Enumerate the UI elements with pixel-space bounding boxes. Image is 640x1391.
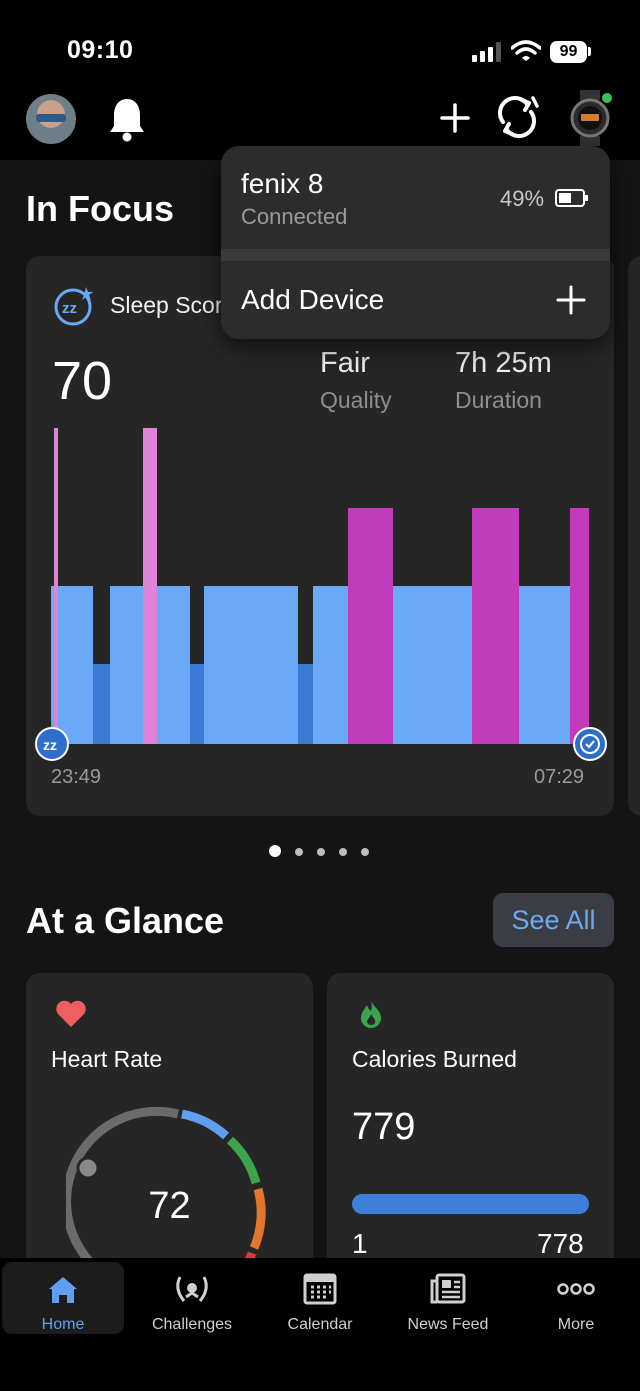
sleep-score-card[interactable]: zz Sleep Score 70 Fair Quality 7h 25m Du… [26,256,614,816]
stage-rem [472,508,519,744]
device-battery: 49% [500,186,545,211]
flame-icon [361,1000,381,1028]
plus-icon [556,285,586,315]
tab-news-feed[interactable]: News Feed [384,1258,512,1338]
sleep-start-time: 23:49 [51,766,102,788]
quality-value: Fair [320,347,370,379]
sleep-end-time: 07:29 [534,766,585,788]
device-name[interactable]: fenix 8 [241,168,324,200]
stage-light [313,586,348,744]
at-a-glance-title: At a Glance [26,900,225,941]
tab-challenges[interactable]: Challenges [128,1258,256,1338]
next-focus-card[interactable] [628,256,640,816]
sleep-stages-chart [51,428,589,744]
tab-more[interactable]: More [512,1258,640,1338]
stage-deep [93,664,110,744]
heart-rate-value: 72 [148,1185,191,1227]
bell-icon[interactable] [108,96,146,142]
calories-progress-bar [352,1194,589,1214]
battery-indicator: 99 [550,41,587,63]
stage-light [393,586,472,744]
home-icon [49,1277,77,1303]
sleep-start-icon: zz [35,727,69,761]
duration-label: Duration [455,387,542,413]
page-dot[interactable] [269,844,281,857]
calories-title: Calories Burned [352,1046,517,1072]
tab-label: Challenges [151,1316,233,1333]
page-dot[interactable] [317,848,325,856]
page-dot[interactable] [361,848,369,856]
stage-light [519,586,570,744]
tab-label: News Feed [407,1316,489,1333]
add-icon[interactable] [440,103,470,133]
stage-awake [143,428,157,744]
sleep-icon: zz [54,287,93,326]
battery-nub [588,47,591,56]
calories-card[interactable]: Calories Burned 779 1 778 [327,973,614,1303]
avatar[interactable] [26,94,76,144]
watch-icon[interactable] [568,90,616,146]
heart-rate-card[interactable]: Heart Rate 72 [26,973,313,1303]
heart-icon [56,1000,86,1027]
stage-awake [54,428,58,744]
stage-deep [190,664,204,744]
page-dot[interactable] [339,848,347,856]
signal-icon [472,42,501,62]
calories-active-value: 1 [352,1228,368,1259]
page-dot[interactable] [295,848,303,856]
carousel-dots[interactable] [269,843,383,861]
stage-rem [570,508,589,744]
duration-value: 7h 25m [455,347,552,379]
heart-rate-title: Heart Rate [51,1046,163,1072]
device-dropdown: fenix 8 Connected 49% Add Device [221,146,610,339]
add-device-label: Add Device [241,284,385,315]
tab-label: Calendar [287,1316,353,1333]
add-device-row[interactable]: Add Device [221,261,610,339]
calories-resting-value: 778 [537,1228,584,1259]
sleep-score-value: 70 [52,351,113,411]
wake-time-icon [573,727,607,761]
header-bar [0,0,640,160]
sync-icon[interactable] [494,94,540,140]
laurel-icon [176,1276,208,1302]
tab-calendar[interactable]: Calendar [256,1258,384,1338]
wifi-icon [511,40,541,61]
see-all-button[interactable]: See All [493,893,614,947]
newspaper-icon [430,1273,466,1304]
device-status: Connected [241,204,348,229]
sleep-card-title: Sleep Score [110,292,236,318]
calories-value: 779 [352,1106,416,1148]
in-focus-title: In Focus [26,188,175,229]
device-battery-icon [555,189,588,207]
calendar-icon [303,1273,337,1305]
svg-text:zz: zz [43,737,57,753]
tab-bar: Home Challenges Calendar News Feed More [0,1258,640,1391]
stage-deep [298,664,313,744]
tab-label: More [557,1316,595,1333]
stage-light [204,586,298,744]
status-time: 09:10 [67,36,134,64]
quality-label: Quality [320,387,392,413]
dropdown-divider [221,249,610,261]
tab-home[interactable]: Home [2,1262,124,1334]
tab-label: Home [41,1316,85,1333]
stage-rem [348,508,393,744]
svg-text:zz: zz [62,300,77,317]
more-icon [557,1283,595,1295]
